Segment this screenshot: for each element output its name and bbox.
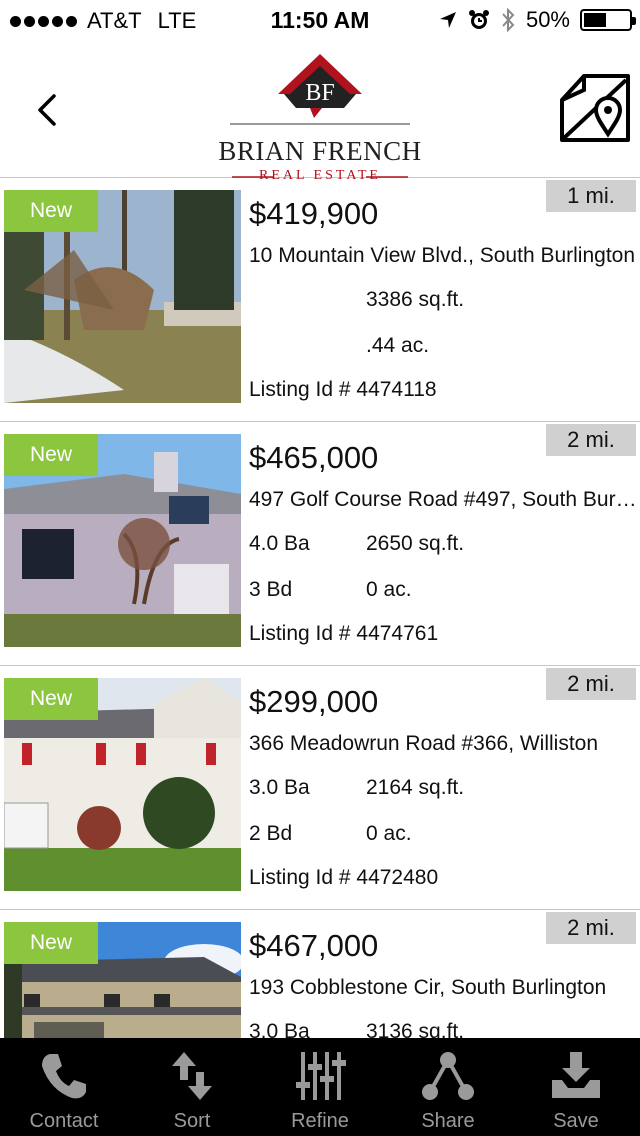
listing-baths: 3.0 Ba [249, 776, 310, 799]
bluetooth-icon [502, 8, 515, 32]
listing-sqft: 2650 sq.ft. [366, 532, 465, 555]
listing-id: Listing Id # 4474761 [249, 622, 439, 645]
listing-photo[interactable]: New [4, 190, 241, 403]
listing-card[interactable]: New 2 mi. $299,000 366 Meadowrun Road #3… [0, 666, 640, 910]
bottom-tab-bar: Contact Sort Refine Share Save [0, 1038, 640, 1136]
listing-sqft: 3386 sq.ft. [366, 288, 465, 311]
distance-badge: 2 mi. [546, 668, 636, 700]
logo-initials: BF [305, 80, 334, 106]
tab-sort-label: Sort [173, 1110, 211, 1132]
brand-logo: BF BRIAN FRENCH REAL ESTATE [210, 52, 430, 183]
listing-photo[interactable]: New [4, 922, 241, 1038]
listing-acres: 0 ac. [366, 578, 412, 601]
new-badge: New [4, 190, 98, 232]
tab-share-label: Share [421, 1110, 475, 1132]
tab-refine[interactable]: Refine [256, 1038, 384, 1136]
listing-baths: 4.0 Ba [249, 532, 310, 555]
chevron-left-icon[interactable] [34, 92, 58, 128]
download-tray-icon [552, 1052, 600, 1098]
listing-price: $299,000 [249, 684, 379, 719]
distance-badge: 1 mi. [546, 180, 636, 212]
new-badge: New [4, 678, 98, 720]
phone-icon [42, 1054, 86, 1099]
listing-list[interactable]: New 1 mi. $419,900 10 Mountain View Blvd… [0, 178, 640, 1038]
listing-card[interactable]: New 2 mi. $467,000 193 Cobblestone Cir, … [0, 910, 640, 1038]
tab-contact[interactable]: Contact [0, 1038, 128, 1136]
logo-mark-icon: BF [230, 54, 410, 125]
battery-percent: 50% [525, 7, 570, 32]
tab-save[interactable]: Save [512, 1038, 640, 1136]
listing-card[interactable]: New 1 mi. $419,900 10 Mountain View Blvd… [0, 178, 640, 422]
listing-sqft: 2164 sq.ft. [366, 776, 465, 799]
listing-address: 366 Meadowrun Road #366, Williston [249, 732, 599, 755]
listing-address: 193 Cobblestone Cir, South Burlington [249, 976, 607, 999]
tab-save-label: Save [553, 1110, 599, 1132]
tab-sort[interactable]: Sort [128, 1038, 256, 1136]
listing-price: $419,900 [249, 196, 379, 231]
tab-refine-label: Refine [291, 1110, 349, 1132]
distance-badge: 2 mi. [546, 424, 636, 456]
listing-photo[interactable]: New [4, 434, 241, 647]
new-badge: New [4, 922, 98, 964]
location-arrow-icon [439, 12, 456, 28]
listing-address: 497 Golf Course Road #497, South Burling… [249, 488, 639, 511]
app-header: BF BRIAN FRENCH REAL ESTATE [0, 40, 640, 183]
status-right: 50% [438, 7, 636, 33]
sliders-icon [296, 1052, 346, 1100]
map-pin-icon[interactable] [558, 70, 632, 144]
logo-name: BRIAN FRENCH [218, 136, 422, 166]
listing-price: $465,000 [249, 440, 379, 475]
battery-fill [584, 13, 606, 27]
distance-badge: 2 mi. [546, 912, 636, 944]
battery-icon [580, 9, 636, 31]
listing-baths: 3.0 Ba [249, 1020, 310, 1038]
listing-card[interactable]: New 2 mi. $465,000 497 Golf Course Road … [0, 422, 640, 666]
listing-beds: 3 Bd [249, 578, 293, 601]
new-badge: New [4, 434, 98, 476]
status-bar: AT&T LTE 11:50 AM 50% [0, 0, 640, 40]
listing-photo[interactable]: New [4, 678, 241, 891]
sort-arrows-icon [172, 1052, 212, 1100]
listing-id: Listing Id # 4474118 [249, 378, 437, 401]
tab-contact-label: Contact [29, 1110, 99, 1132]
listing-price: $467,000 [249, 928, 379, 963]
listing-acres: 0 ac. [366, 822, 412, 845]
share-nodes-icon [422, 1052, 474, 1100]
listing-address: 10 Mountain View Blvd., South Burlington [249, 244, 636, 267]
listing-beds: 2 Bd [249, 822, 293, 845]
alarm-icon [468, 10, 489, 29]
listing-sqft: 3136 sq.ft. [366, 1020, 465, 1038]
listing-id: Listing Id # 4472480 [249, 866, 439, 889]
listing-acres: .44 ac. [366, 334, 430, 357]
tab-share[interactable]: Share [384, 1038, 512, 1136]
